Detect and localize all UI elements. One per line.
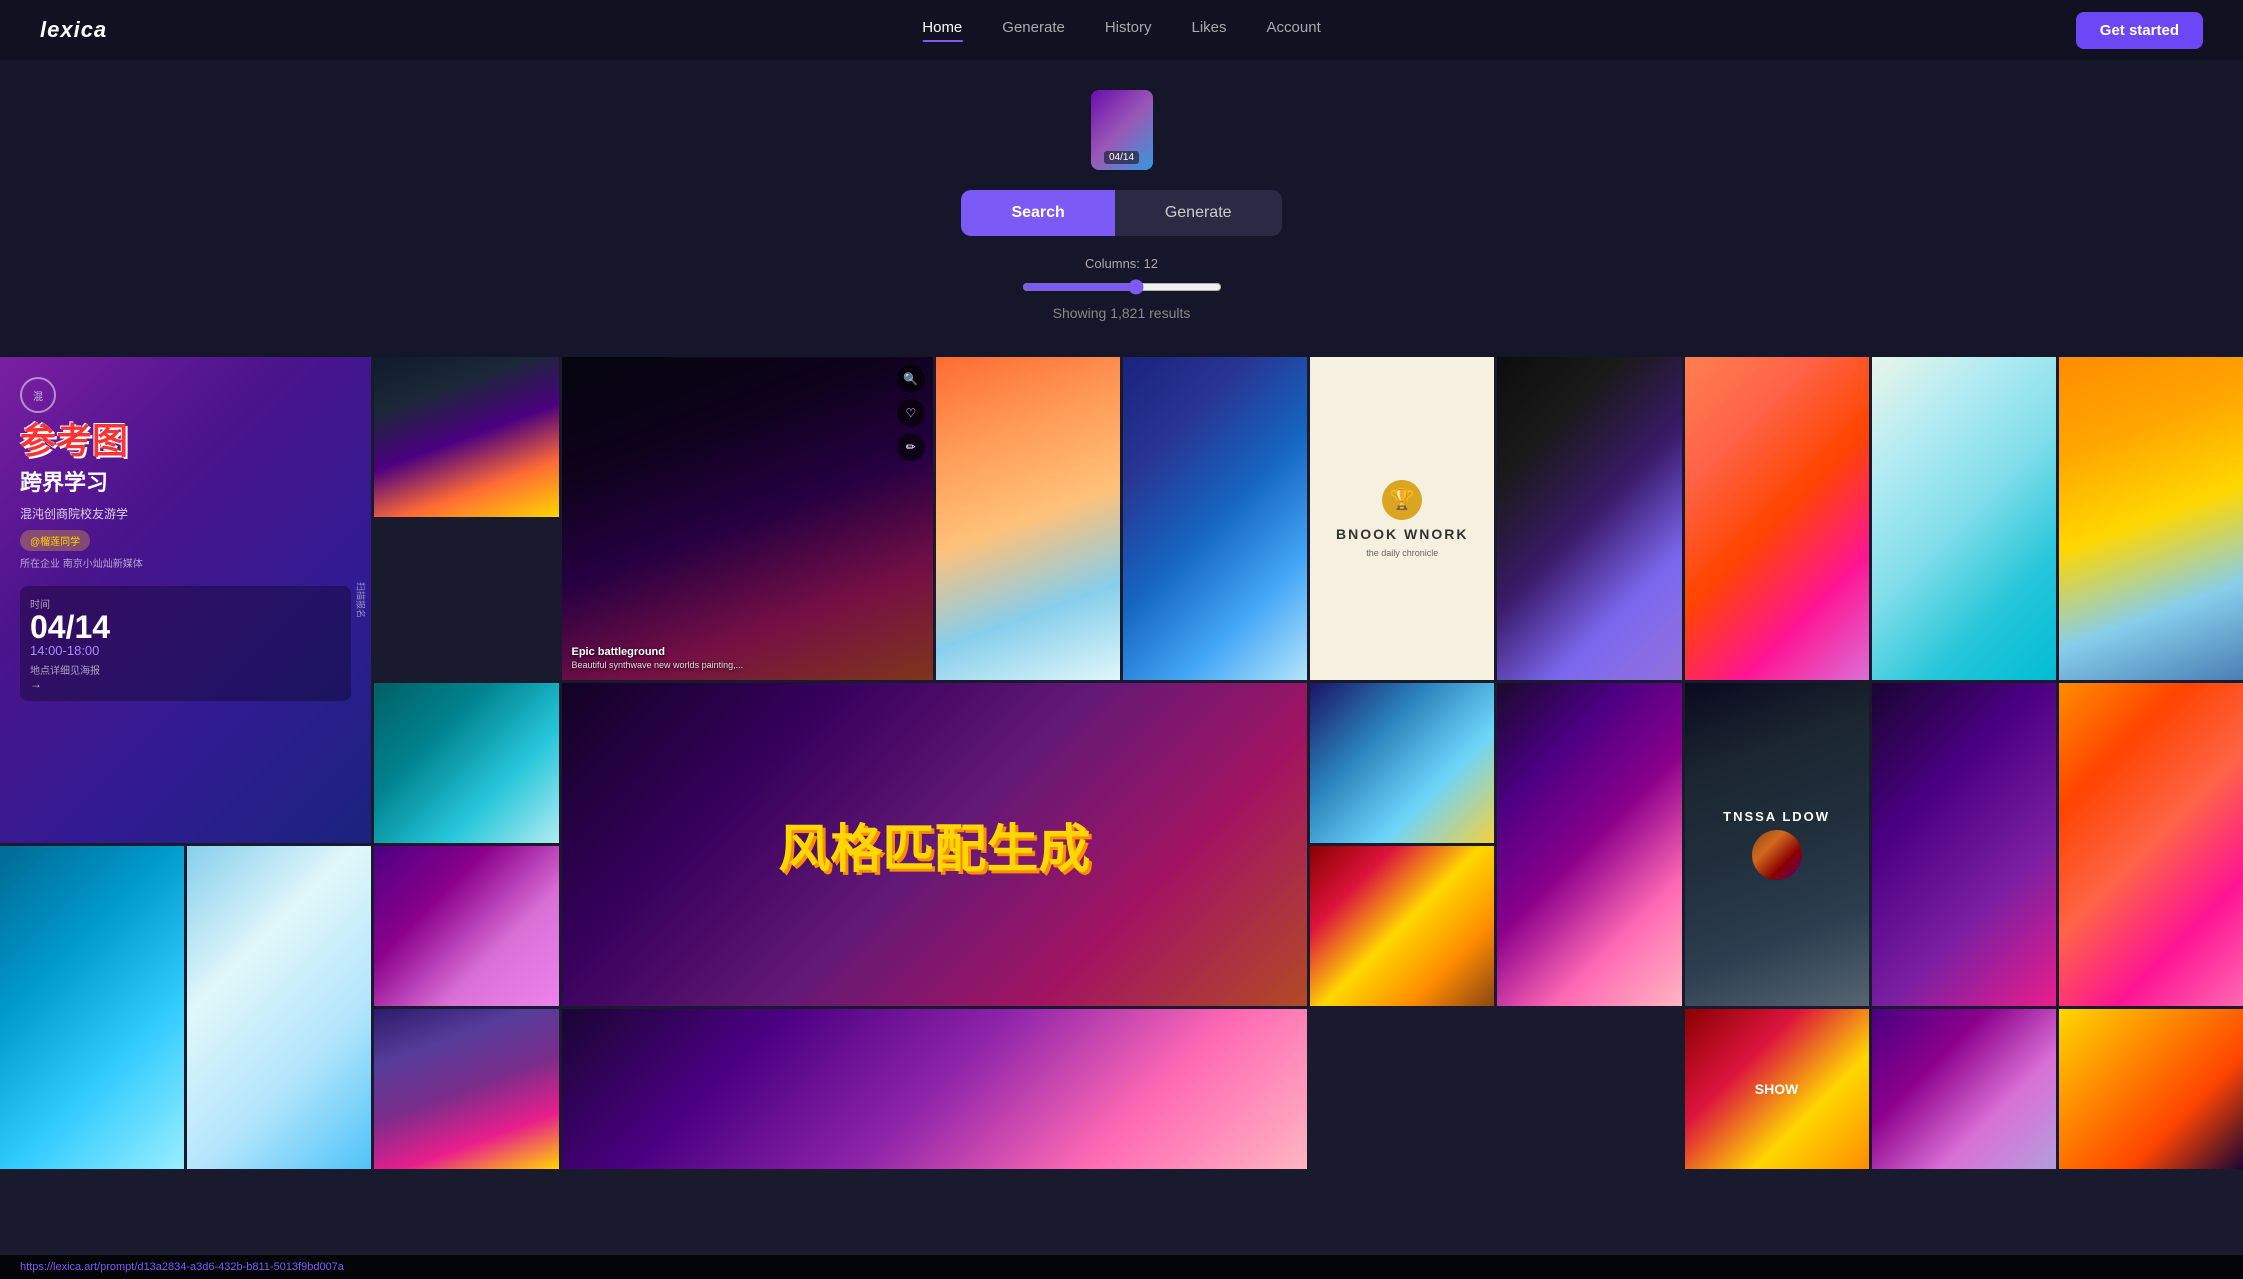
tnssa-text: TNSSA LDOW	[1723, 809, 1830, 824]
item-subtitle: Beautiful synthwave new worlds painting,…	[572, 660, 923, 670]
nav-history[interactable]: History	[1105, 19, 1152, 42]
gallery-item-rabbit[interactable]: SHOW	[1685, 1009, 1869, 1169]
arrow-icon: →	[30, 677, 341, 691]
badge-row: @榴莲同学	[20, 530, 351, 551]
hero-thumbnail-row: 04/14	[1091, 90, 1153, 170]
gallery-item-5[interactable]	[1685, 357, 1869, 680]
search-icon[interactable]: 🔍	[897, 365, 925, 393]
gallery-item-featured-left[interactable]: 混 参考图 跨界学习 混沌创商院校友游学 @榴莲同学 所在企业 南京小灿灿新媒体…	[0, 357, 371, 843]
gallery-item-r3-4[interactable]	[1872, 683, 2056, 1006]
show-text: SHOW	[1749, 1075, 1805, 1103]
results-count: Showing 1,821 results	[1053, 305, 1191, 321]
gallery-item-1[interactable]	[374, 357, 558, 517]
date-display: 04/14	[30, 611, 341, 643]
gallery-grid: 混 参考图 跨界学习 混沌创商院校友游学 @榴莲同学 所在企业 南京小灿灿新媒体…	[0, 357, 2243, 1169]
status-bar: https://lexica.art/prompt/d13a2834-a3d6-…	[0, 1255, 2243, 1279]
book-title: BNOOK WNORK	[1336, 526, 1468, 542]
nav-generate[interactable]: Generate	[1002, 19, 1065, 42]
gallery-item-style-match[interactable]: 风格匹配生成	[562, 683, 1308, 1006]
book-subtitle: the daily chronicle	[1366, 548, 1438, 558]
item-active-overlay: 🔍 ♡ ✏ Epic battleground Beautiful synthw…	[562, 357, 933, 680]
get-started-button[interactable]: Get started	[2076, 12, 2203, 49]
gallery-item-r3-5[interactable]	[2059, 683, 2243, 1006]
gallery-item-r3-2[interactable]	[1310, 683, 1494, 843]
date-section: 时间 04/14 14:00-18:00 地点详细见海报 →	[20, 586, 351, 701]
status-url: https://lexica.art/prompt/d13a2834-a3d6-…	[20, 1261, 344, 1273]
style-text-overlay: 风格匹配生成	[562, 683, 1308, 1006]
chinese-title: 参考图	[20, 421, 351, 461]
generate-button[interactable]: Generate	[1115, 190, 1282, 236]
nav-links: Home Generate History Likes Account	[922, 19, 1320, 42]
gallery-item-r4-4[interactable]	[1310, 846, 1494, 1006]
role-label: 所在企业 南京小灿灿新媒体	[20, 555, 351, 570]
gallery-item-r3-1[interactable]	[374, 683, 558, 843]
person-badge: @榴莲同学	[20, 530, 90, 551]
gallery-item-r4-3[interactable]	[374, 846, 558, 1006]
nav-home[interactable]: Home	[922, 19, 962, 42]
location: 地点详细见海报	[30, 662, 341, 677]
nav-account[interactable]: Account	[1267, 19, 1321, 42]
gallery-item-r5-1[interactable]	[374, 1009, 558, 1169]
columns-control: Columns: 12	[1022, 256, 1222, 295]
columns-slider[interactable]	[1022, 279, 1222, 295]
gallery-item-r4-1[interactable]	[0, 846, 184, 1169]
logo[interactable]: lexica	[40, 17, 107, 43]
book-icon: 🏆	[1382, 480, 1422, 520]
active-overlay-top: 🔍 ♡ ✏	[897, 365, 925, 461]
heart-icon[interactable]: ♡	[897, 399, 925, 427]
navigation: lexica Home Generate History Likes Accou…	[0, 0, 2243, 60]
hero-buttons: Search Generate	[961, 190, 1281, 236]
gallery-item-6[interactable]	[1872, 357, 2056, 680]
gallery-item-r3-3[interactable]	[1497, 683, 1681, 1006]
gallery-item-3[interactable]	[1123, 357, 1307, 680]
gallery-item-tnssa[interactable]: TNSSA LDOW	[1685, 683, 1869, 1006]
chinese-subtitle-1: 跨界学习	[20, 465, 351, 497]
gallery-wrapper: 混 参考图 跨界学习 混沌创商院校友游学 @榴莲同学 所在企业 南京小灿灿新媒体…	[0, 357, 2243, 1169]
edit-icon[interactable]: ✏	[897, 433, 925, 461]
gallery-item-great-wall[interactable]	[2059, 357, 2243, 680]
nav-likes[interactable]: Likes	[1192, 19, 1227, 42]
time-range: 14:00-18:00	[30, 643, 341, 658]
search-button[interactable]: Search	[961, 190, 1114, 236]
gallery-item-r4-2[interactable]	[187, 846, 371, 1169]
gallery-item-r5-3[interactable]	[1872, 1009, 2056, 1169]
gallery-item-2[interactable]	[936, 357, 1120, 680]
side-label: 扫描报名	[355, 582, 368, 618]
gallery-item-r5-2[interactable]	[562, 1009, 1308, 1169]
chinese-subtitle-2: 混沌创商院校友游学	[20, 505, 351, 522]
hero-thumbnail[interactable]: 04/14	[1091, 90, 1153, 170]
circle-icon: 混	[20, 377, 56, 413]
gallery-item-epic-battleground[interactable]: 🔍 ♡ ✏ Epic battleground Beautiful synthw…	[562, 357, 933, 680]
gallery-item-4[interactable]	[1497, 357, 1681, 680]
hero-section: 04/14 Search Generate Columns: 12 Showin…	[0, 60, 2243, 357]
columns-label: Columns: 12	[1085, 256, 1158, 271]
thumbnail-label: 04/14	[1104, 151, 1139, 164]
item-title: Epic battleground	[572, 646, 923, 658]
gallery-item-book[interactable]: 🏆 BNOOK WNORK the daily chronicle	[1310, 357, 1494, 680]
gallery-item-r5-4[interactable]	[2059, 1009, 2243, 1169]
style-big-text: 风格匹配生成	[778, 807, 1090, 882]
